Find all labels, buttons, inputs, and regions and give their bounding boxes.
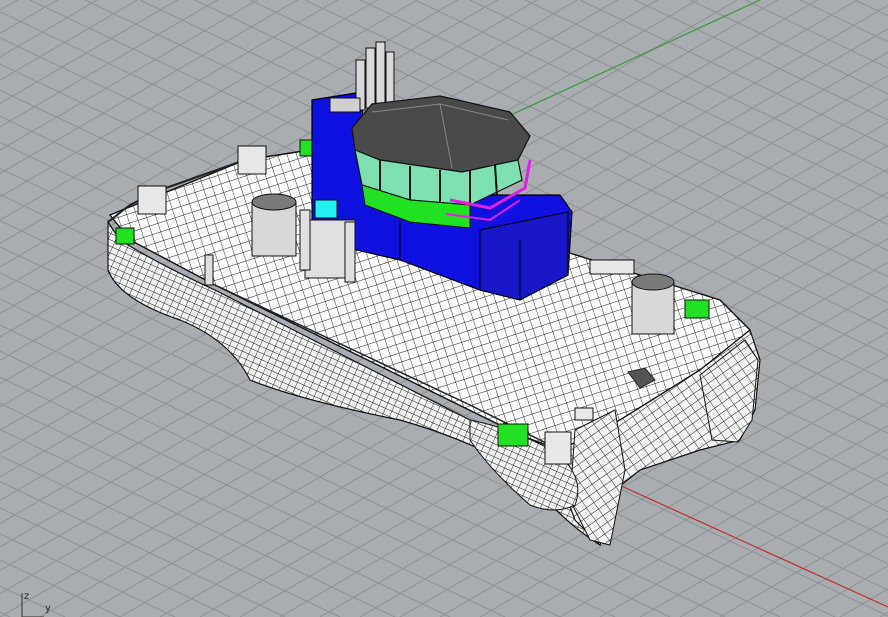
cyan-hatch (314, 199, 338, 219)
bollard-stern[interactable] (631, 273, 675, 335)
perspective-viewport[interactable]: z y (0, 0, 888, 617)
gizmo-y-label: y (45, 603, 51, 614)
3d-scene[interactable] (0, 0, 888, 617)
gizmo-z-label: z (24, 591, 30, 602)
axis-gizmo: z y (14, 590, 54, 617)
vent-post (204, 254, 214, 286)
towing-bitt[interactable] (299, 209, 356, 283)
exhaust-stacks (355, 41, 395, 111)
mast-box (329, 97, 361, 113)
bollard-port[interactable] (251, 193, 297, 257)
